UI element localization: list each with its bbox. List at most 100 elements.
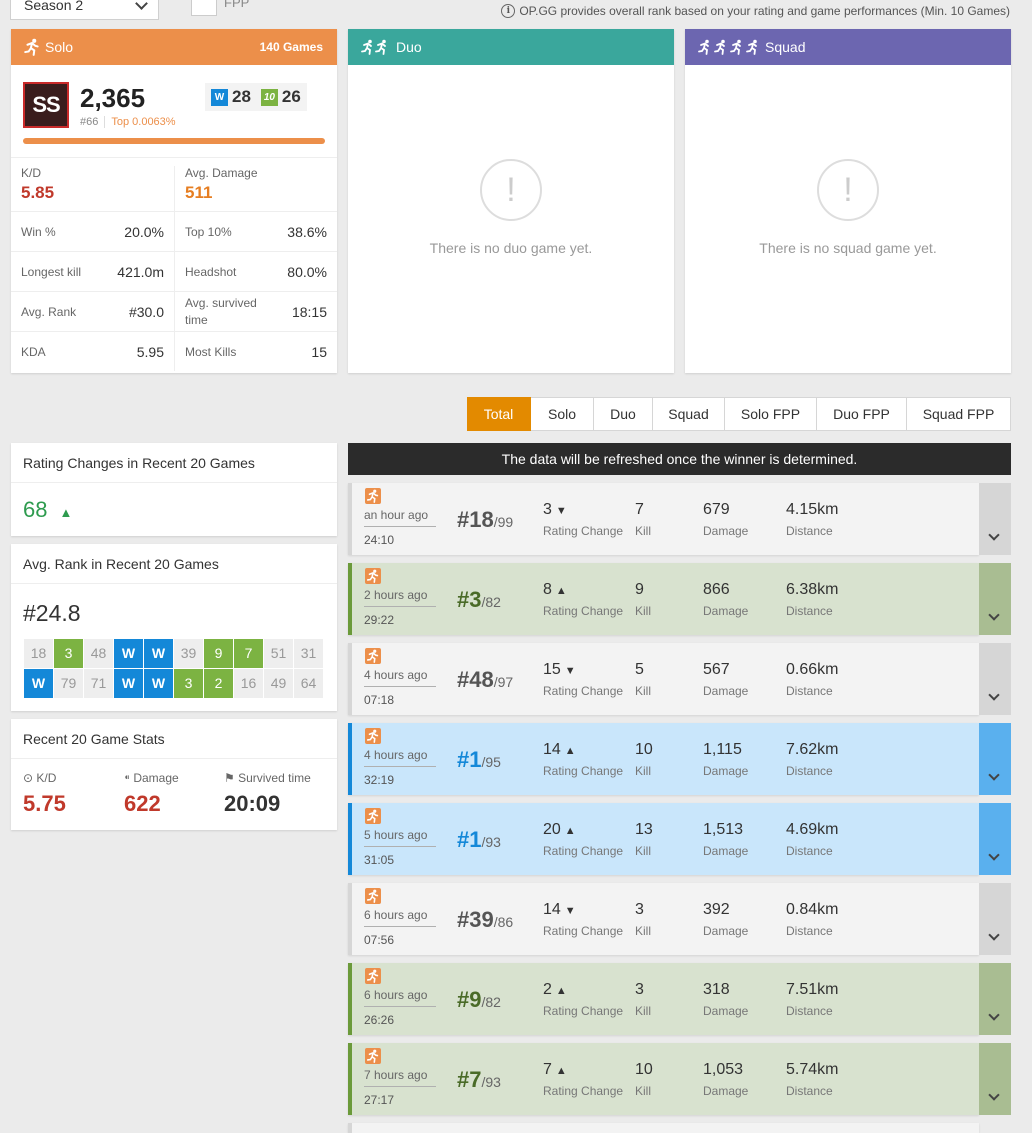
distance-label: Distance [786,764,833,778]
match-time-ago: 7 hours ago [364,1068,436,1087]
match-row[interactable]: an hour ago 24:10 #18/99 3 ▼ Rating Change 7 Ki… [348,483,979,555]
distance-cell: 7.51km Distance [786,981,838,1018]
rating-change-value: 8 [543,581,552,598]
match-row[interactable]: 7 hours ago 27:17 #7/93 7 ▲ Rating Change 10 Ki… [348,1043,979,1115]
arrow-up-icon: ▲ [59,505,73,520]
damage-cell: 567 Damage [703,661,748,698]
expand-match-button[interactable] [979,563,1011,635]
match-rank: #7/93 [457,1067,501,1093]
rating-change-value: 15 [543,661,561,678]
rank-cell: 3 [54,639,83,668]
stats-row: K/D 5.85 Avg. Damage 511 [11,157,337,211]
match-total-players: /86 [493,914,514,930]
duo-empty-text: There is no duo game yet. [429,240,593,256]
match-row[interactable]: 5 hours ago 31:05 #1/93 20 ▲ Rating Change 13 K… [348,803,979,875]
kill-label: Kill [635,684,652,698]
expand-match-button[interactable] [979,1043,1011,1115]
chevron-down-icon [988,1009,1000,1021]
rank-cell: W [114,669,143,698]
rank-cell: 18 [24,639,53,668]
damage-label: Damage [703,924,749,938]
rank-notice-text: OP.GG provides overall rank based on you… [519,4,1010,18]
recent-kd: ⊙ K/D 5.75 [23,771,66,817]
recent-stats-panel: Recent 20 Game Stats ⊙ K/D 5.75 ⁌ Damage 6… [11,719,337,830]
rating-change-cell: 14 ▲ Rating Change [543,741,623,778]
tab-squad[interactable]: Squad [653,397,725,431]
medals: W 28 10 26 [205,83,307,111]
tab-solo-fpp[interactable]: Solo FPP [725,397,817,431]
damage-cell: 679 Damage [703,501,748,538]
tab-duo-fpp[interactable]: Duo FPP [817,397,907,431]
solo-mode-icon [365,1048,381,1064]
expand-match-button[interactable] [979,883,1011,955]
damage-cell: 392 Damage [703,901,748,938]
match-row[interactable]: 6 hours ago 07:56 #39/86 14 ▼ Rating Change 3 K… [348,883,979,955]
match-total-players: /82 [481,594,501,610]
distance-label: Distance [786,844,833,858]
rank-cell: 9 [204,639,233,668]
mode-tabs: Total Solo Duo Squad Solo FPP Duo FPP Sq… [467,397,1011,431]
stat-cell: Headshot 80.0% [174,252,337,291]
distance-cell: 6.38km Distance [786,581,838,618]
tab-duo[interactable]: Duo [594,397,653,431]
damage-cell: 1,115 Damage [703,741,748,778]
avg-rank-panel: Avg. Rank in Recent 20 Games #24.8 18 3 48… [11,544,337,711]
stat-value: 20.0% [124,223,164,240]
kill-cell: 3 Kill [635,981,651,1018]
kd-value: 5.85 [21,183,55,202]
expand-match-button[interactable] [979,643,1011,715]
rating-change-label: Rating Change [543,684,624,698]
stat-label: Most Kills [185,344,237,359]
match-row[interactable]: 4 hours ago 32:19 #1/95 14 ▲ Rating Change 10 K… [348,723,979,795]
damage-value: 1,053 [703,1061,744,1078]
chevron-down-icon [988,529,1000,541]
distance-cell: 4.69km Distance [786,821,838,858]
kill-label: Kill [635,1084,652,1098]
distance-value: 7.51km [786,981,839,998]
match-row[interactable]: 4 hours ago 07:18 #48/97 15 ▼ Rating Change 5 K… [348,643,979,715]
distance-value: 4.15km [786,501,839,518]
expand-match-button[interactable] [979,963,1011,1035]
rank-cell: W [144,669,173,698]
fpp-checkbox[interactable] [191,0,217,16]
rating-change-value: 7 [543,1061,552,1078]
kill-value: 3 [635,901,644,918]
stats-row: KDA 5.95 Most Kills 15 [11,331,337,371]
tab-squad-fpp[interactable]: Squad FPP [907,397,1011,431]
kill-cell: 13 Kill [635,821,653,858]
gun-icon: ⁌ [124,771,134,785]
stat-cell: KDA 5.95 [11,332,174,371]
expand-match-button[interactable] [979,723,1011,795]
kd-stat: K/D 5.85 [11,166,174,211]
match-duration: 26:26 [364,1013,395,1027]
season-select[interactable]: Season 2 [10,0,159,20]
rank-cell: W [24,669,53,698]
distance-cell: 0.66km Distance [786,661,838,698]
tab-solo[interactable]: Solo [531,397,594,431]
match-row[interactable]: 2 hours ago 29:22 #3/82 8 ▲ Rating Change 9 Kil… [348,563,979,635]
stat-label: KDA [21,344,46,359]
chevron-down-icon [988,689,1000,701]
expand-match-button[interactable] [979,803,1011,875]
match-row[interactable]: 6 hours ago 26:26 #9/82 2 ▲ Rating Change 3 Kil… [348,963,979,1035]
rating-changes-title: Rating Changes in Recent 20 Games [11,443,337,483]
rank-cell: 7 [234,639,263,668]
avg-rank-title: Avg. Rank in Recent 20 Games [11,544,337,584]
kill-value: 5 [635,661,644,678]
tab-total[interactable]: Total [467,397,531,431]
duo-empty-state: ! There is no duo game yet. [348,159,674,256]
target-icon: ⊙ [23,771,37,785]
exclamation-icon: ! [480,159,542,221]
match-time-ago: 6 hours ago [364,988,436,1007]
rating-change-value: 20 [543,821,561,838]
kill-cell: 9 Kill [635,581,651,618]
match-rank: #48/97 [457,667,513,693]
rank-notice: i OP.GG provides overall rank based on y… [501,4,1010,18]
rating-change-label: Rating Change [543,764,624,778]
rating-change-cell: 20 ▲ Rating Change [543,821,623,858]
duo-card: Duo ! There is no duo game yet. [348,29,674,373]
match-total-players: /99 [493,514,514,530]
match-row[interactable] [348,1123,979,1133]
expand-match-button[interactable] [979,483,1011,555]
kill-value: 7 [635,501,644,518]
